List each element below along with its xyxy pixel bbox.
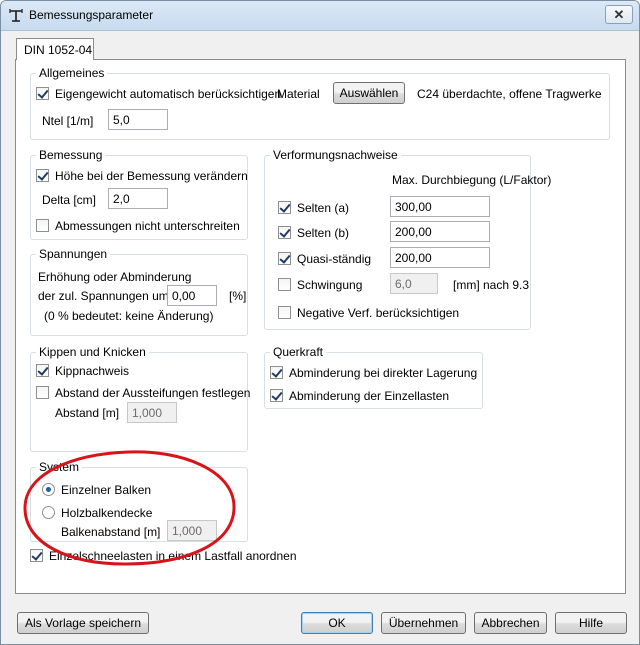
spannungen-value: 0,00 [172,289,196,303]
auswaehlen-label: Auswählen [339,86,399,100]
holzbalkendecke-radio[interactable] [42,506,55,519]
group-title: Verformungsnachweise [270,148,401,162]
tab-din-1052-04[interactable]: DIN 1052-04 [16,38,94,60]
kippnachweis-label: Kippnachweis [55,364,130,378]
abstand-input[interactable]: 1,000 [127,402,177,423]
balkenabstand-label: Balkenabstand [m] [61,525,161,539]
abstand-aussteifung-checkbox[interactable] [36,386,49,399]
abstand-value: 1,000 [132,406,163,420]
spannungen-line1: Erhöhung oder Abminderung [38,270,192,284]
einzellasten-label: Abminderung der Einzellasten [289,389,450,403]
ntel-label: Ntel [1/m] [42,114,94,128]
abmessungen-checkbox[interactable] [36,219,49,232]
title-bar[interactable]: Bemessungsparameter ✕ [1,1,639,31]
schwingung-checkbox[interactable] [278,278,291,291]
abstand-label: Abstand [m] [55,406,120,420]
group-title: System [36,460,83,474]
quasi-staendig-value: 200,00 [395,251,432,265]
abmessungen-label: Abmessungen nicht unterschreiten [55,219,240,233]
selten-b-input[interactable]: 200,00 [390,221,490,242]
close-icon: ✕ [613,6,625,22]
einzellasten-checkbox[interactable] [270,389,283,402]
delta-input[interactable]: 2,0 [108,188,168,209]
spannungen-input[interactable]: 0,00 [167,285,217,306]
delta-value: 2,0 [113,192,130,206]
quasi-staendig-checkbox[interactable] [278,252,291,265]
selten-a-input[interactable]: 300,00 [390,196,490,217]
group-bemessung: Bemessung Höhe bei der Bemessung verände… [30,148,248,240]
selten-a-checkbox[interactable] [278,201,291,214]
group-system: System Einzelner Balken Holzbalkendecke … [30,460,248,542]
selten-b-checkbox[interactable] [278,226,291,239]
group-querkraft: Querkraft Abminderung bei direkter Lager… [264,345,483,409]
group-allgemeines: Allgemeines Eigengewicht automatisch ber… [30,66,610,140]
einzelschnee-checkbox[interactable] [30,549,43,562]
abbrechen-label: Abbrechen [481,616,540,630]
vorlage-speichern-button[interactable]: Als Vorlage speichern [17,612,149,634]
einzelner-balken-radio[interactable] [42,483,55,496]
group-title: Bemessung [36,148,106,162]
group-verformung: Verformungsnachweise Max. Durchbiegung (… [264,148,551,330]
group-title: Allgemeines [36,66,108,80]
close-button[interactable]: ✕ [605,5,633,24]
schwingung-input[interactable]: 6,0 [390,273,438,294]
selten-a-label: Selten (a) [297,201,350,215]
spannungen-note: (0 % bedeutet: keine Änderung) [44,309,214,323]
eigengewicht-checkbox[interactable] [36,87,49,100]
material-label: Material [277,87,320,101]
delta-label: Delta [cm] [42,193,97,207]
tab-label: DIN 1052-04 [24,43,93,57]
abbrechen-button[interactable]: Abbrechen [474,612,547,634]
group-spannungen: Spannungen Erhöhung oder Abminderung der… [30,247,248,336]
group-kippen: Kippen und Knicken Kippnachweis Abstand … [30,345,251,452]
balkenabstand-value: 1,000 [172,524,203,538]
material-value: C24 überdachte, offene Tragwerke [417,87,602,101]
selten-b-value: 200,00 [395,225,432,239]
verformung-header: Max. Durchbiegung (L/Faktor) [392,173,552,187]
vorlage-label: Als Vorlage speichern [24,616,142,630]
hoehe-checkbox[interactable] [36,169,49,182]
abstand-aussteifung-label: Abstand der Aussteifungen festlegen [55,386,251,400]
auswaehlen-button[interactable]: Auswählen [333,82,405,104]
group-title: Spannungen [36,247,111,261]
selten-a-value: 300,00 [395,200,432,214]
einzelschnee-label: Einzelschneelasten in einem Lastfall ano… [49,549,297,563]
ntel-input[interactable]: 5,0 [108,109,168,130]
selten-b-label: Selten (b) [297,226,350,240]
spannungen-unit: [%] [229,289,247,303]
negative-verf-checkbox[interactable] [278,306,291,319]
kippnachweis-checkbox[interactable] [36,364,49,377]
einzelner-balken-label: Einzelner Balken [61,483,152,497]
lagerung-checkbox[interactable] [270,366,283,379]
group-title: Kippen und Knicken [36,345,149,359]
lagerung-label: Abminderung bei direkter Lagerung [289,366,478,380]
schwingung-value: 6,0 [395,277,412,291]
schwingung-label: Schwingung [297,278,363,292]
beam-app-icon [9,9,23,22]
spannungen-line2: der zul. Spannungen um: [38,289,173,303]
negative-verf-label: Negative Verf. berücksichtigen [297,306,460,320]
hoehe-label: Höhe bei der Bemessung verändern [55,169,248,183]
hilfe-label: Hilfe [578,616,603,630]
balkenabstand-input[interactable]: 1,000 [167,520,217,541]
schwingung-unit: [mm] nach 9.3 [453,278,530,292]
eigengewicht-label: Eigengewicht automatisch berücksichtigen [55,87,282,101]
quasi-staendig-label: Quasi-ständig [297,252,372,266]
uebernehmen-label: Übernehmen [388,616,459,630]
tab-page: Allgemeines Eigengewicht automatisch ber… [15,59,626,594]
holzbalkendecke-label: Holzbalkendecke [61,506,153,520]
quasi-staendig-input[interactable]: 200,00 [390,247,490,268]
uebernehmen-button[interactable]: Übernehmen [381,612,466,634]
group-title: Querkraft [270,345,327,359]
window-title: Bemessungsparameter [29,8,154,22]
ok-button[interactable]: OK [301,612,373,634]
hilfe-button[interactable]: Hilfe [555,612,627,634]
dialog-window: Bemessungsparameter ✕ DIN 1052-04 Allgem… [0,0,640,645]
ntel-value: 5,0 [113,113,130,127]
ok-label: OK [328,616,346,630]
